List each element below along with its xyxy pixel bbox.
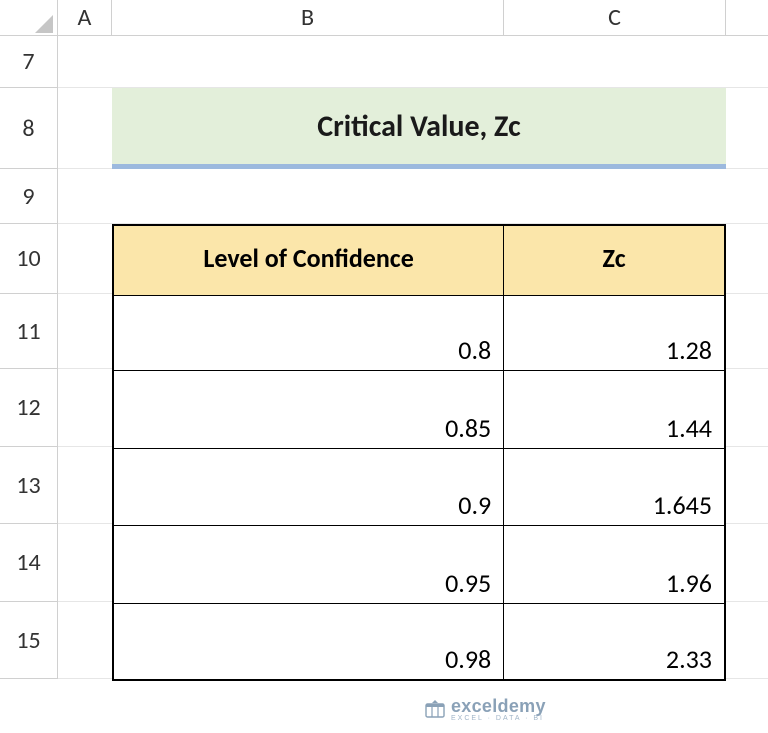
row-header-15[interactable]: 15	[0, 602, 57, 679]
cell-C7[interactable]	[504, 36, 726, 87]
row-header-9[interactable]: 9	[0, 169, 57, 224]
watermark-brand: exceldemy	[451, 696, 546, 717]
cell-confidence[interactable]: 0.98	[113, 603, 504, 680]
watermark-tagline: EXCEL · DATA · BI	[451, 715, 546, 722]
cell-A13[interactable]	[58, 447, 112, 523]
row-header-8[interactable]: 8	[0, 88, 57, 169]
table-row: 0.91.645	[113, 448, 725, 525]
row-header-13[interactable]: 13	[0, 447, 57, 524]
cell-C9[interactable]	[504, 169, 726, 223]
row-header-column: 789101112131415	[0, 36, 58, 679]
header-zc[interactable]: Zc	[504, 225, 725, 295]
column-header-B[interactable]: B	[112, 0, 504, 35]
grid-row-7	[58, 36, 768, 88]
cells-area[interactable]: Critical Value, Zc Level of Confidence Z…	[58, 36, 768, 679]
cell-confidence[interactable]: 0.9	[113, 448, 504, 525]
watermark: exceldemy EXCEL · DATA · BI	[425, 696, 546, 722]
column-header-C[interactable]: C	[504, 0, 726, 35]
cell-zc[interactable]: 1.44	[504, 370, 725, 448]
table-row: 0.851.44	[113, 370, 725, 448]
cell-A10[interactable]	[58, 224, 112, 293]
row-header-11[interactable]: 11	[0, 294, 57, 369]
watermark-text: exceldemy EXCEL · DATA · BI	[451, 696, 546, 722]
watermark-icon	[425, 699, 445, 719]
table-row: 0.951.96	[113, 525, 725, 603]
header-confidence[interactable]: Level of Confidence	[113, 225, 504, 295]
cell-A8[interactable]	[58, 88, 112, 168]
cell-confidence[interactable]: 0.95	[113, 525, 504, 603]
table-row: 0.81.28	[113, 295, 725, 370]
cell-B7[interactable]	[112, 36, 504, 87]
column-header-row: A B C	[0, 0, 768, 36]
cell-confidence[interactable]: 0.85	[113, 370, 504, 448]
table-header-row: Level of Confidence Zc	[113, 225, 725, 295]
cell-zc[interactable]: 1.645	[504, 448, 725, 525]
cell-A12[interactable]	[58, 369, 112, 446]
row-header-7[interactable]: 7	[0, 36, 57, 88]
cell-A11[interactable]	[58, 294, 112, 368]
cell-zc[interactable]: 1.28	[504, 295, 725, 370]
data-table: Level of Confidence Zc 0.81.280.851.440.…	[112, 224, 726, 681]
row-header-12[interactable]: 12	[0, 369, 57, 447]
select-all-icon	[35, 15, 53, 33]
row-header-14[interactable]: 14	[0, 524, 57, 602]
cell-A15[interactable]	[58, 602, 112, 678]
title-text: Critical Value, Zc	[317, 108, 520, 145]
select-all-corner[interactable]	[0, 0, 58, 36]
cell-A9[interactable]	[58, 169, 112, 223]
title-merged-cell[interactable]: Critical Value, Zc	[112, 88, 726, 169]
grid-row-9	[58, 169, 768, 224]
spreadsheet: A B C 789101112131415 Critical Value, Zc…	[0, 0, 768, 733]
cell-A7[interactable]	[58, 36, 112, 87]
cell-A14[interactable]	[58, 524, 112, 601]
table-row: 0.982.33	[113, 603, 725, 680]
row-header-10[interactable]: 10	[0, 224, 57, 294]
column-header-A[interactable]: A	[58, 0, 112, 35]
cell-zc[interactable]: 1.96	[504, 525, 725, 603]
cell-confidence[interactable]: 0.8	[113, 295, 504, 370]
cell-B9[interactable]	[112, 169, 504, 223]
cell-zc[interactable]: 2.33	[504, 603, 725, 680]
